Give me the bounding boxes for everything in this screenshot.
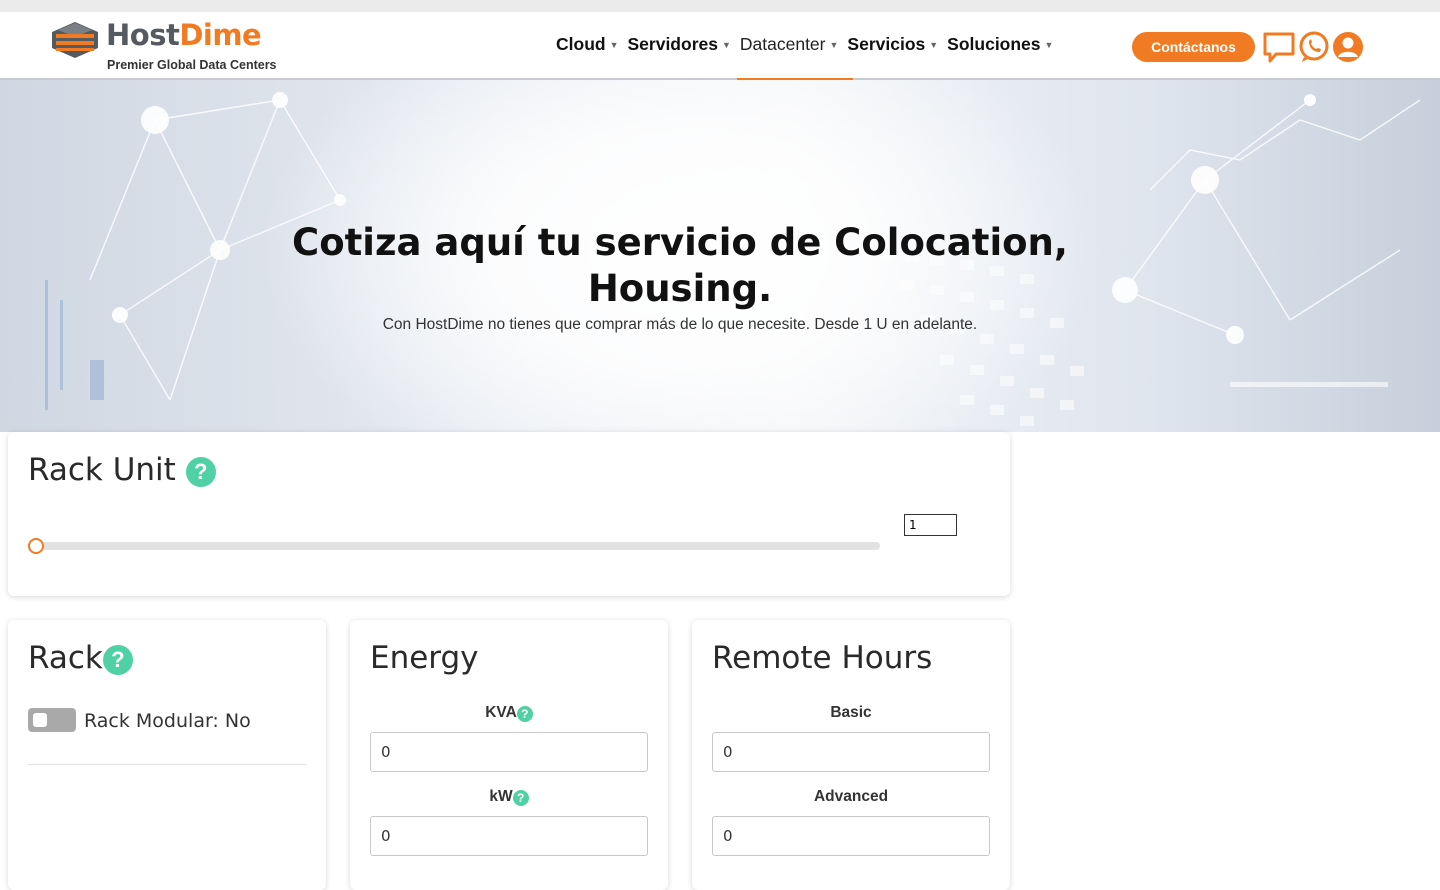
kva-input[interactable] [370, 732, 648, 772]
nav-item-label: Datacenter [739, 34, 826, 54]
toggle-knob [33, 713, 47, 727]
rack-unit-input[interactable] [904, 514, 957, 536]
advanced-label: Advanced [813, 788, 889, 805]
remote-hours-title: Remote Hours [712, 640, 933, 676]
rack-title: Rack? [28, 640, 133, 676]
rack-title-text: Rack [28, 640, 103, 676]
kw-label-text: kW [489, 788, 513, 805]
chat-icon[interactable] [1262, 30, 1296, 64]
nav-item-cloud[interactable]: Cloud ▼ [556, 34, 619, 55]
help-icon[interactable]: ? [185, 456, 216, 487]
rack-unit-card: Rack Unit ? [8, 432, 1010, 596]
hostdime-logo[interactable]: HostDime Premier Global Data Centers [50, 18, 290, 72]
nav-item-datacenter[interactable]: Datacenter ▼ [740, 34, 839, 55]
advanced-hours-input[interactable] [712, 816, 990, 856]
main-nav: Cloud ▼ Servidores ▼ Datacenter ▼ Servicios… [556, 34, 1062, 55]
rack-unit-slider-thumb[interactable] [28, 538, 44, 554]
rack-divider [28, 764, 306, 765]
kva-label-text: KVA [485, 704, 517, 721]
hero-subtitle: Con HostDime no tienes que comprar más d… [382, 316, 978, 333]
energy-title: Energy [370, 640, 479, 676]
hero-title: Cotiza aquí tu servicio de Colocation, H… [292, 221, 1068, 310]
user-icon[interactable] [1331, 30, 1365, 64]
site-header: HostDime Premier Global Data Centers Clo… [0, 12, 1440, 81]
rack-modular-label: Rack Modular: No [84, 710, 251, 732]
logo-wordmark-dime: Dime [179, 18, 262, 52]
basic-hours-input[interactable] [712, 732, 990, 772]
chevron-down-icon: ▼ [721, 40, 731, 51]
browser-top-strip [0, 0, 1440, 12]
chevron-down-icon: ▼ [1044, 40, 1054, 51]
kva-label: KVA? [370, 704, 648, 722]
remote-hours-card: Remote Hours Basic Advanced [692, 620, 1010, 890]
help-icon[interactable]: ? [516, 706, 533, 722]
whatsapp-icon[interactable] [1297, 30, 1331, 64]
contact-button[interactable]: Contáctanos [1132, 32, 1255, 62]
basic-label: Basic [830, 704, 872, 721]
hero-banner: Cotiza aquí tu servicio de Colocation, H… [0, 80, 1440, 432]
logo-mark-icon [52, 22, 98, 58]
kw-input[interactable] [370, 816, 648, 856]
logo-tagline: Premier Global Data Centers [107, 58, 277, 72]
chevron-down-icon: ▼ [829, 40, 839, 51]
rack-unit-title: Rack Unit ? [28, 452, 216, 488]
nav-item-servicios[interactable]: Servicios ▼ [847, 34, 938, 55]
help-icon[interactable]: ? [102, 644, 133, 675]
chevron-down-icon: ▼ [609, 40, 619, 51]
nav-item-label: Servicios [847, 34, 926, 54]
kw-label: kW? [370, 788, 648, 806]
energy-card: Energy KVA? kW? [350, 620, 668, 890]
rack-card: Rack? Rack Modular: No [8, 620, 326, 890]
rack-unit-title-text: Rack Unit [28, 452, 176, 488]
chevron-down-icon: ▼ [929, 40, 939, 51]
nav-item-label: Servidores [627, 34, 718, 54]
nav-item-soluciones[interactable]: Soluciones ▼ [947, 34, 1053, 55]
nav-item-servidores[interactable]: Servidores ▼ [628, 34, 731, 55]
logo-wordmark: HostDime [106, 18, 262, 52]
help-icon[interactable]: ? [512, 790, 529, 806]
nav-item-label: Cloud [556, 34, 606, 54]
rack-modular-toggle[interactable] [28, 708, 76, 732]
nav-item-label: Soluciones [947, 34, 1041, 54]
rack-unit-slider-track[interactable] [28, 542, 880, 550]
logo-wordmark-host: Host [106, 18, 180, 52]
